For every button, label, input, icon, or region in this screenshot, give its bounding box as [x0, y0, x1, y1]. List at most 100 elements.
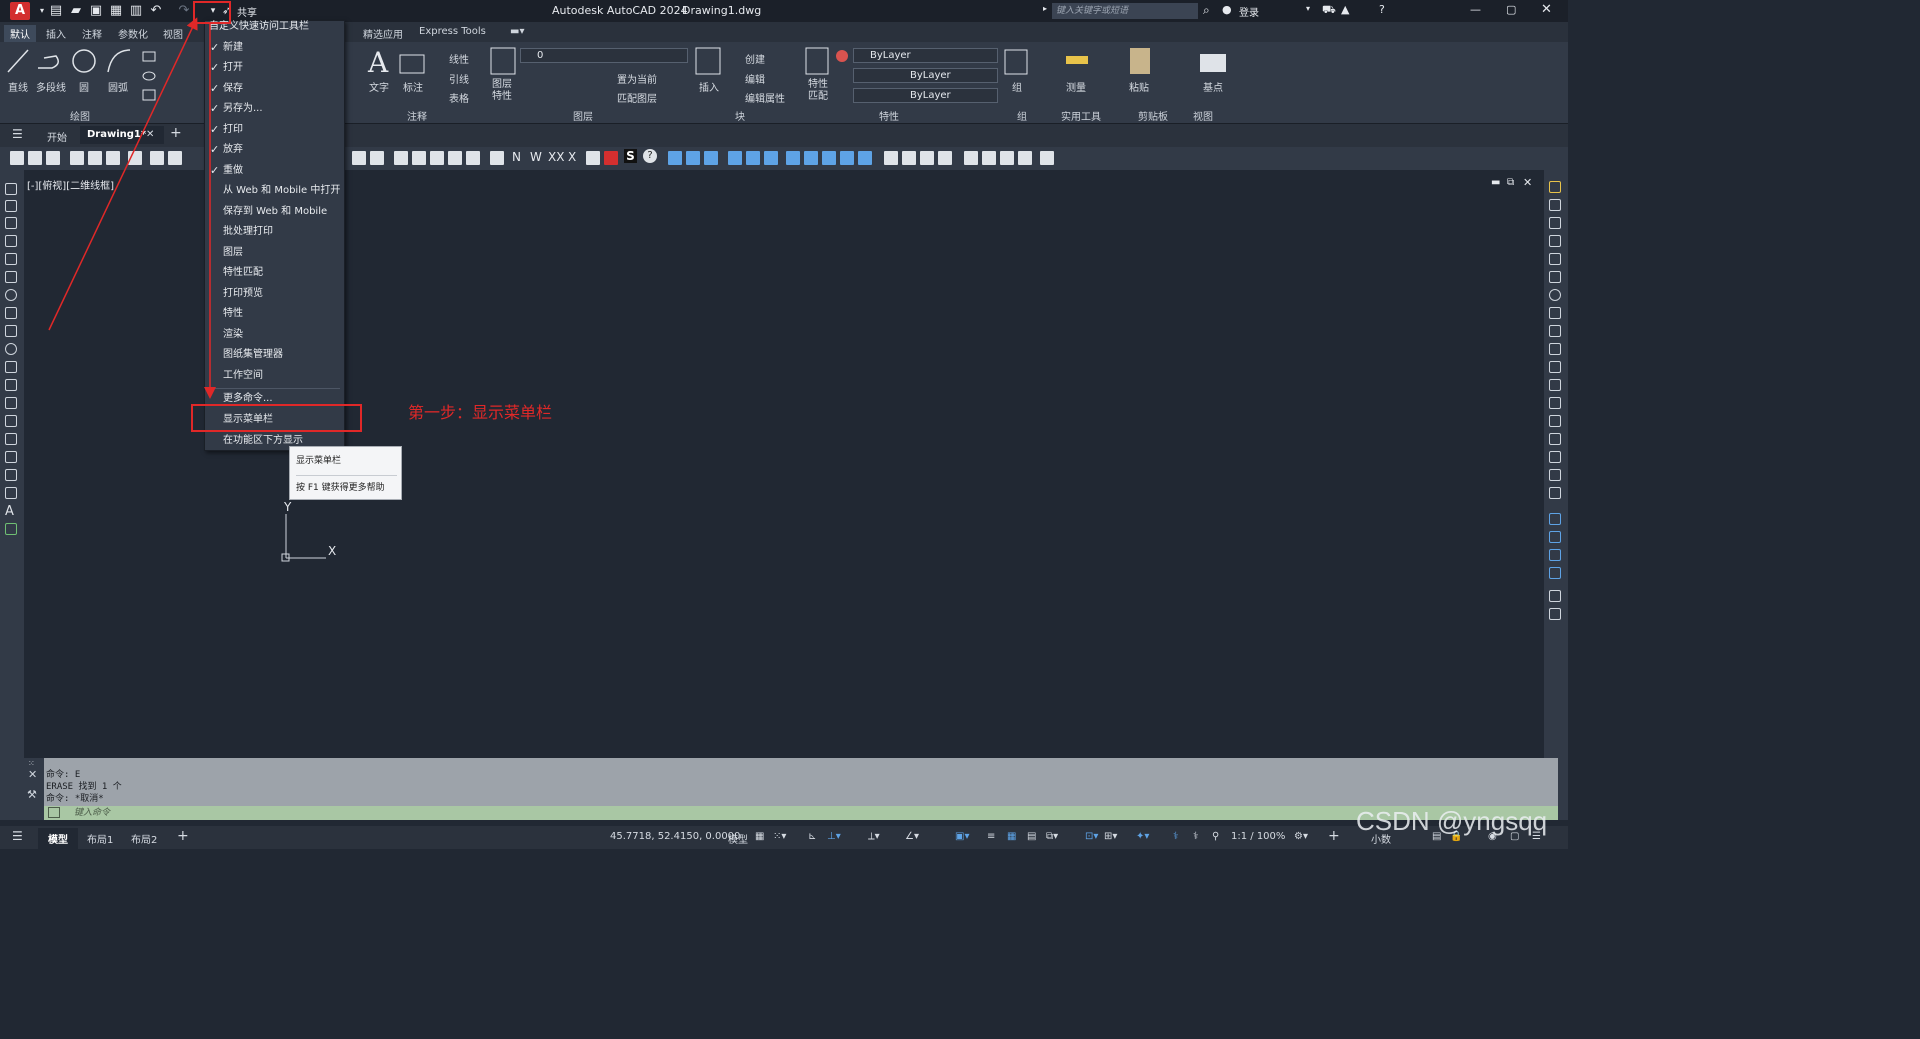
ribbon-group-annotation[interactable]: 注释	[407, 108, 427, 123]
toolbar-paste-icon[interactable]	[168, 151, 182, 165]
lineweight-icon[interactable]: ≡	[987, 831, 995, 842]
left-gradient-icon[interactable]	[5, 451, 17, 463]
hamburger-menu-icon[interactable]: ☰	[12, 127, 23, 141]
toolbar-revolve-icon[interactable]	[1000, 151, 1014, 165]
left-line-icon[interactable]	[5, 183, 17, 195]
selection-cycling-icon[interactable]: ▤	[1027, 831, 1036, 842]
ribbon-group-view[interactable]: 视图	[1193, 108, 1213, 123]
menu-item-batch-plot[interactable]: 批处理打印	[205, 222, 344, 242]
command-customize-wrench-icon[interactable]: ⚒	[27, 788, 37, 801]
ribbon-arc-button[interactable]: 圆弧	[108, 79, 128, 94]
left-ellipse-icon[interactable]	[5, 343, 17, 355]
toolbar-solid-union-icon[interactable]	[884, 151, 898, 165]
ribbon-circle-button[interactable]: 圆	[79, 79, 89, 94]
text-tool-icon[interactable]: A	[368, 46, 388, 79]
linetype-dropdown[interactable]: ByLayer	[853, 68, 998, 83]
ribbon-line-button[interactable]: 直线	[8, 79, 28, 94]
right-offset-icon[interactable]	[1549, 235, 1561, 247]
right-explode-icon[interactable]	[1549, 487, 1561, 499]
coordinates-readout[interactable]: 45.7718, 52.4150, 0.0000	[610, 831, 740, 842]
left-circle-icon[interactable]	[5, 289, 17, 301]
layout-menu-icon[interactable]: ☰	[12, 829, 23, 843]
menu-item-save[interactable]: ✓ 保存	[205, 79, 344, 99]
annotation-scale-icon[interactable]: ⚲	[1212, 831, 1219, 842]
right-fillet-icon[interactable]	[1549, 451, 1561, 463]
left-revcloud-icon[interactable]	[5, 307, 17, 319]
toolbar-zoom-window-icon[interactable]	[352, 151, 366, 165]
menu-item-redo[interactable]: ✓ 重做	[205, 161, 344, 181]
left-hatch-icon[interactable]	[5, 433, 17, 445]
toolbar-design-center-icon[interactable]	[412, 151, 426, 165]
right-move-icon[interactable]	[1549, 271, 1561, 283]
ribbon-edit-block-button[interactable]: 编辑	[745, 71, 765, 86]
ortho-icon[interactable]: ⊾	[808, 831, 816, 842]
menu-item-open[interactable]: ✓ 打开	[205, 58, 344, 78]
right-extend-icon[interactable]	[1549, 361, 1561, 373]
dynamic-ucs-icon[interactable]: ⊡▾	[1085, 831, 1098, 842]
ribbon-table-button[interactable]: 表格	[449, 90, 469, 105]
right-break-point-icon[interactable]	[1549, 379, 1561, 391]
toolbar-open-icon[interactable]	[28, 151, 42, 165]
toolbar-slice-icon[interactable]	[982, 151, 996, 165]
menu-item-save-web-mobile[interactable]: 保存到 Web 和 Mobile	[205, 202, 344, 222]
toolbar-preview-icon[interactable]	[88, 151, 102, 165]
ribbon-paste-button[interactable]: 粘贴	[1129, 79, 1149, 94]
toolbar-material-icon[interactable]	[858, 151, 872, 165]
ribbon-match-properties-button[interactable]: 特性匹配	[808, 79, 830, 103]
ribbon-base-point-button[interactable]: 基点	[1203, 79, 1223, 94]
right-blend-icon[interactable]	[1549, 469, 1561, 481]
toolbar-ucs-world-icon[interactable]	[746, 151, 760, 165]
menu-item-save-as[interactable]: ✓ 另存为...	[205, 99, 344, 119]
ribbon-measure-button[interactable]: 测量	[1066, 79, 1086, 94]
left-insert-block-icon[interactable]	[5, 379, 17, 391]
polar-tracking-icon[interactable]: ⊥▾	[827, 831, 841, 842]
right-trim-icon[interactable]	[1549, 343, 1561, 355]
ribbon-set-current-button[interactable]: 置为当前	[617, 71, 657, 86]
viewport-restore-icon[interactable]: ⧉	[1507, 177, 1514, 188]
toolbar-zoom-previous-icon[interactable]	[370, 151, 384, 165]
annotation-monitor-plus-icon[interactable]: +	[1328, 828, 1340, 844]
toolbar-3d-wedge-icon[interactable]	[686, 151, 700, 165]
toolbar-solid-intersect-icon[interactable]	[920, 151, 934, 165]
new-tab-plus-icon[interactable]: +	[170, 125, 182, 141]
menu-item-layer[interactable]: 图层	[205, 243, 344, 263]
ribbon-text-button[interactable]: 文字	[369, 79, 389, 94]
right-copy-icon[interactable]	[1549, 199, 1561, 211]
command-input[interactable]: 键入命令	[44, 806, 1558, 820]
right-3d-5-icon[interactable]	[1549, 590, 1561, 602]
command-grip-icon[interactable]: ⁙	[28, 759, 35, 768]
isodraft-icon[interactable]: ⟂▾	[868, 831, 880, 842]
toolbar-solid-subtract-icon[interactable]	[902, 151, 916, 165]
right-join-icon[interactable]	[1549, 415, 1561, 427]
toolbar-xx-icon[interactable]: XX	[548, 150, 564, 164]
ribbon-group-button[interactable]: 组	[1012, 79, 1022, 94]
toolbar-s-icon[interactable]: S	[624, 149, 637, 163]
right-stretch-icon[interactable]	[1549, 325, 1561, 337]
ribbon-group-block[interactable]: 块	[735, 108, 745, 123]
ribbon-group-clipboard[interactable]: 剪贴板	[1138, 108, 1168, 123]
model-space-button[interactable]: 模型	[728, 831, 748, 846]
tab-layout2[interactable]: 布局2	[131, 831, 157, 846]
toolbar-3d-cone-icon[interactable]	[704, 151, 718, 165]
toolbar-3d-box-icon[interactable]	[668, 151, 682, 165]
ribbon-layer-properties-button[interactable]: 图层特性	[492, 79, 516, 103]
command-prompt-icon[interactable]	[48, 807, 60, 818]
ribbon-match-layer-button[interactable]: 匹配图层	[617, 90, 657, 105]
ribbon-leader-button[interactable]: 引线	[449, 71, 469, 86]
toolbar-publish-icon[interactable]	[106, 151, 120, 165]
right-3d-3-icon[interactable]	[1549, 549, 1561, 561]
tab-start[interactable]: 开始	[47, 129, 67, 144]
viewport-close-icon[interactable]: ✕	[1523, 176, 1532, 189]
toolbar-ucs-object-icon[interactable]	[764, 151, 778, 165]
workspace-gear-icon[interactable]: ⚙▾	[1294, 831, 1308, 842]
left-polyline-icon[interactable]	[5, 217, 17, 229]
ribbon-create-block-button[interactable]: 创建	[745, 51, 765, 66]
right-scale-icon[interactable]	[1549, 307, 1561, 319]
menu-item-open-web-mobile[interactable]: 从 Web 和 Mobile 中打开	[205, 181, 344, 201]
toolbar-orbit-icon[interactable]	[804, 151, 818, 165]
right-3d-2-icon[interactable]	[1549, 531, 1561, 543]
annotation-scale-value[interactable]: 1:1 / 100%	[1231, 831, 1285, 842]
ribbon-polyline-button[interactable]: 多段线	[36, 79, 66, 94]
toolbar-w-icon[interactable]: W	[530, 150, 542, 164]
ribbon-linear-button[interactable]: 线性	[449, 51, 469, 66]
